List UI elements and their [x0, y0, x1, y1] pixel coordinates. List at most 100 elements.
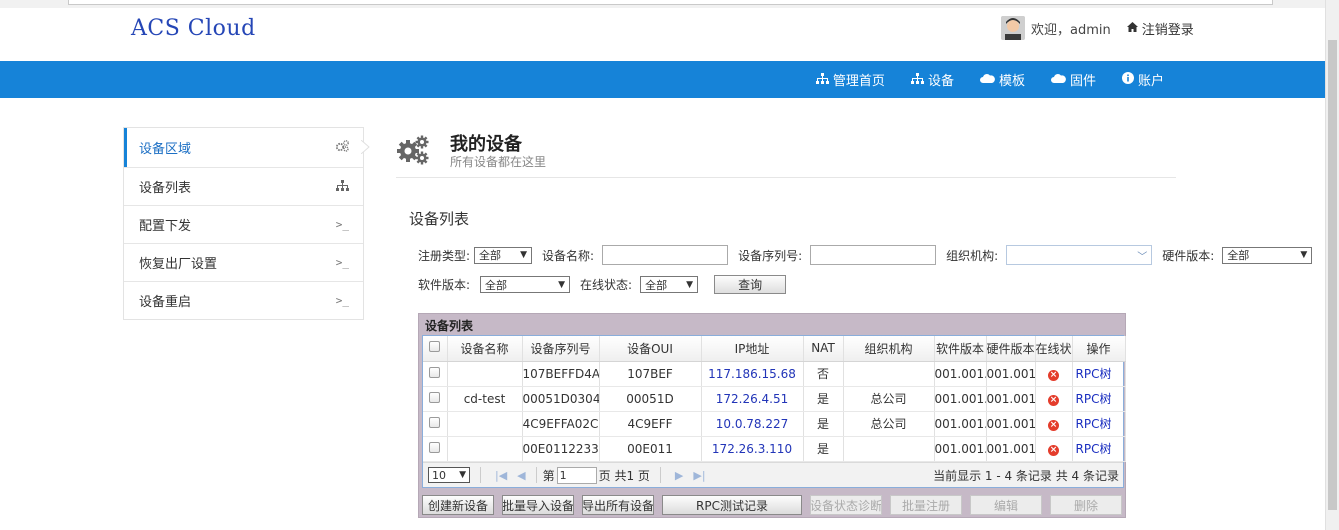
- first-page-icon[interactable]: |◀: [495, 469, 507, 482]
- cell-sw: 001.001.: [934, 361, 987, 387]
- serial-input[interactable]: [810, 245, 937, 265]
- row-checkbox[interactable]: [429, 441, 441, 453]
- edit-button[interactable]: 编辑: [970, 495, 1042, 515]
- nav-device[interactable]: 设备: [898, 61, 967, 98]
- row-checkbox[interactable]: [429, 366, 441, 378]
- last-page-icon[interactable]: ▶|: [693, 469, 705, 482]
- page-number-input[interactable]: 1: [556, 466, 597, 484]
- column-header[interactable]: 组织机构: [843, 336, 935, 362]
- cell-ip[interactable]: 10.0.78.227: [701, 411, 804, 437]
- batch-register-button[interactable]: 批量注册: [890, 495, 962, 515]
- row-checkbox[interactable]: [429, 391, 441, 403]
- device-name-input[interactable]: [602, 245, 729, 265]
- nav-template[interactable]: 模板: [967, 61, 1038, 98]
- logout-link[interactable]: 注销登录: [1126, 19, 1194, 38]
- dropdown-arrow-icon: ▼: [459, 470, 466, 480]
- sw-label: 软件版本:: [418, 278, 471, 292]
- cell-serial: 00051D03040: [522, 386, 600, 412]
- table-row[interactable]: 107BEFFD4A 107BEF 117.186.15.68 否 001.00…: [423, 361, 1126, 387]
- brand-logo[interactable]: ACS Cloud: [131, 16, 256, 41]
- delete-button[interactable]: 删除: [1050, 495, 1122, 515]
- cell-nat: 是: [803, 411, 844, 437]
- rpc-test-log-button[interactable]: RPC测试记录: [662, 495, 802, 515]
- hw-select[interactable]: 全部 ▼: [1222, 246, 1313, 264]
- cell-name: [447, 411, 523, 437]
- row-checkbox-cell[interactable]: [423, 436, 448, 462]
- row-checkbox[interactable]: [429, 416, 441, 428]
- cell-ip[interactable]: 172.26.3.110: [701, 436, 804, 462]
- select-all-cell[interactable]: [423, 336, 448, 362]
- cell-oui: 4C9EFF: [599, 411, 702, 437]
- column-header[interactable]: 设备OUI: [599, 336, 702, 362]
- sitemap-icon: [910, 72, 924, 87]
- column-header[interactable]: 硬件版本: [986, 336, 1036, 362]
- sw-value: 全部: [485, 278, 508, 292]
- row-checkbox-cell[interactable]: [423, 361, 448, 387]
- device-name-label: 设备名称:: [542, 248, 595, 263]
- cell-name: [447, 436, 523, 462]
- scrollbar-thumb[interactable]: [1328, 40, 1337, 510]
- cell-op-link[interactable]: RPC树: [1072, 411, 1126, 437]
- cell-org: 总公司: [843, 386, 935, 412]
- vertical-scrollbar[interactable]: [1325, 0, 1339, 530]
- row-checkbox-cell[interactable]: [423, 411, 448, 437]
- pager-separator: [659, 467, 661, 483]
- column-header[interactable]: NAT: [803, 336, 844, 362]
- column-header[interactable]: 软件版本: [934, 336, 987, 362]
- nav-home[interactable]: 管理首页: [803, 61, 898, 98]
- cell-serial: 00E01122334: [522, 436, 600, 462]
- query-button[interactable]: 查询: [714, 275, 787, 294]
- sidebar-item-factory-reset[interactable]: 恢复出厂设置 >_: [124, 243, 363, 281]
- cell-ip[interactable]: 172.26.4.51: [701, 386, 804, 412]
- cell-sw: 001.001.: [934, 436, 987, 462]
- column-header[interactable]: 在线状: [1035, 336, 1073, 362]
- cell-nat: 是: [803, 436, 844, 462]
- sidebar-item-reboot[interactable]: 设备重启 >_: [124, 281, 363, 319]
- sidebar-item-config[interactable]: 配置下发 >_: [124, 205, 363, 243]
- cell-op-link[interactable]: RPC树: [1072, 436, 1126, 462]
- export-all-button[interactable]: 导出所有设备: [582, 495, 654, 515]
- online-label: 在线状态:: [580, 278, 633, 292]
- page-suffix: 页 共1 页: [598, 468, 650, 483]
- online-select[interactable]: 全部 ▼: [640, 276, 699, 293]
- cell-op-link[interactable]: RPC树: [1072, 361, 1126, 387]
- terminal-icon: >_: [335, 294, 349, 307]
- table-row[interactable]: cd-test 00051D03040 00051D 172.26.4.51 是…: [423, 386, 1126, 412]
- next-page-icon[interactable]: ▶: [675, 469, 683, 482]
- prev-page-icon[interactable]: ◀: [517, 469, 525, 482]
- online-value: 全部: [645, 278, 668, 292]
- device-grid: 设备名称 设备序列号 设备OUI IP地址 NAT 组织机构 软件版本 硬件版本…: [422, 335, 1126, 488]
- sw-select[interactable]: 全部 ▼: [480, 276, 571, 293]
- batch-import-button[interactable]: 批量导入设备: [502, 495, 574, 515]
- page-size-select[interactable]: 10 ▼: [428, 467, 470, 483]
- hw-label: 硬件版本:: [1162, 248, 1215, 263]
- column-header[interactable]: IP地址: [701, 336, 804, 362]
- sidebar-item-label: 配置下发: [139, 219, 192, 234]
- nav-device-label: 设备: [927, 74, 954, 89]
- sidebar-item-device-area[interactable]: 设备区域: [124, 128, 363, 167]
- page-subtitle: 所有设备都在这里: [450, 155, 547, 169]
- nav-firmware[interactable]: 固件: [1038, 61, 1109, 98]
- sidebar-item-label: 设备重启: [139, 295, 192, 310]
- column-header[interactable]: 设备名称: [447, 336, 523, 362]
- cell-status: ×: [1035, 386, 1073, 412]
- sidebar-item-device-list[interactable]: 设备列表: [124, 167, 363, 205]
- cell-op-link[interactable]: RPC树: [1072, 386, 1126, 412]
- row-checkbox-cell[interactable]: [423, 386, 448, 412]
- nav-firmware-label: 固件: [1069, 74, 1096, 89]
- reg-type-select[interactable]: 全部 ▼: [474, 246, 533, 264]
- cell-ip[interactable]: 117.186.15.68: [701, 361, 804, 387]
- column-header[interactable]: 操作: [1072, 336, 1126, 362]
- select-all-checkbox[interactable]: [429, 341, 441, 353]
- nav-account-label: 账户: [1137, 74, 1164, 89]
- welcome-text: 欢迎，admin: [1031, 22, 1111, 38]
- column-header[interactable]: 设备序列号: [522, 336, 600, 362]
- org-combo[interactable]: ﹀: [1006, 245, 1153, 265]
- create-device-button[interactable]: 创建新设备: [422, 495, 494, 515]
- nav-account[interactable]: 账户: [1109, 61, 1177, 98]
- table-row[interactable]: 4C9EFFA02C 4C9EFF 10.0.78.227 是 总公司 001.…: [423, 411, 1126, 437]
- device-diagnose-button[interactable]: 设备状态诊断: [810, 495, 882, 515]
- browser-address-bar[interactable]: [68, 0, 1273, 5]
- table-row[interactable]: 00E01122334 00E011 172.26.3.110 是 001.00…: [423, 436, 1126, 462]
- offline-icon: ×: [1048, 370, 1059, 381]
